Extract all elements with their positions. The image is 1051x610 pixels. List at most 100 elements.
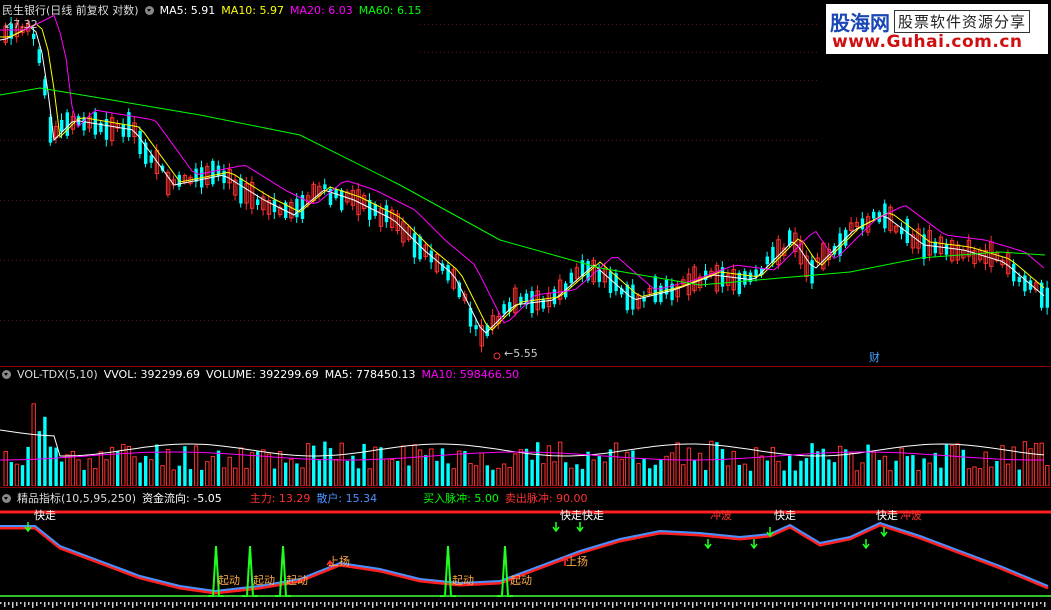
histogram-bar: [736, 602, 738, 606]
volume-bar: [1039, 442, 1044, 486]
candle: [165, 169, 171, 198]
volume-bar: [65, 454, 70, 486]
histogram-bar: [712, 602, 714, 608]
histogram-bar: [216, 602, 218, 606]
histogram-bar: [876, 602, 878, 606]
volume-bar: [922, 458, 926, 486]
histogram-bar: [704, 602, 706, 607]
histogram-bar: [892, 602, 894, 608]
histogram-bar: [728, 602, 730, 605]
chevron-down-icon[interactable]: [2, 370, 11, 379]
candle: [961, 246, 966, 262]
volume-bar: [989, 466, 994, 486]
candle: [289, 198, 294, 222]
candle: [295, 193, 299, 223]
histogram-bar: [248, 602, 250, 605]
histogram-bar: [96, 602, 98, 606]
low-price-label: ←5.55: [504, 347, 538, 360]
volume-bar: [995, 460, 999, 486]
volume-bar: [384, 458, 389, 486]
candlestick-chart[interactable]: [0, 14, 1051, 366]
histogram-bar: [488, 602, 490, 605]
histogram-bar: [816, 602, 818, 606]
candle: [714, 262, 720, 295]
volume-bar: [93, 467, 98, 486]
volume-bar: [339, 442, 344, 486]
histogram-bar: [516, 602, 518, 606]
volume-bar: [429, 448, 434, 486]
volume-bar: [323, 441, 327, 486]
histogram-bar: [720, 602, 722, 604]
histogram-bar: [680, 602, 682, 604]
volume-bar: [188, 469, 193, 486]
histogram-bar: [16, 602, 18, 606]
volume-bar: [485, 465, 489, 486]
histogram-bar: [780, 602, 782, 604]
volume-bar: [961, 449, 965, 486]
candle: [955, 240, 960, 265]
histogram-bar: [352, 602, 354, 608]
volume-bar: [827, 459, 831, 486]
volume-bar: [3, 451, 8, 486]
volume-bar: [871, 451, 876, 486]
volume-bar: [793, 470, 797, 486]
histogram-bar: [228, 602, 230, 605]
volume-bar: [664, 455, 669, 486]
histogram-bar: [828, 602, 830, 605]
volume-bar: [266, 453, 272, 486]
volume-bar: [759, 455, 764, 486]
candle: [720, 261, 725, 293]
volume-bar: [597, 455, 601, 486]
histogram-bar: [108, 602, 110, 605]
candle: [804, 250, 809, 283]
candle: [743, 268, 747, 288]
histogram-bar: [276, 602, 278, 606]
histogram-bar: [0, 602, 2, 604]
histogram-bar: [676, 602, 678, 606]
finance-marker[interactable]: 财: [869, 349, 880, 365]
histogram-bar: [84, 602, 86, 607]
histogram-bar: [896, 602, 898, 606]
volume-bar: [104, 459, 109, 486]
candle: [1005, 249, 1011, 278]
volume-bar: [1028, 448, 1033, 486]
histogram-bar: [940, 602, 942, 604]
volume-bar: [300, 467, 305, 486]
signal-start-2: 起动: [253, 574, 275, 587]
histogram-bar: [112, 602, 114, 608]
volume-chart[interactable]: [0, 380, 1051, 486]
histogram-bar: [700, 602, 702, 604]
histogram-bar: [660, 602, 662, 604]
candle: [446, 261, 450, 284]
histogram-bar: [208, 602, 210, 605]
volume-bar: [417, 449, 423, 486]
histogram-bar: [336, 602, 338, 606]
histogram-bar: [884, 602, 886, 607]
histogram-bar: [76, 602, 78, 606]
histogram-bar: [868, 602, 870, 605]
start-pulse-spike: [440, 545, 456, 597]
histogram-bar: [44, 602, 46, 607]
volume-bar: [221, 467, 227, 486]
candle: [972, 246, 977, 268]
volume-bar: [569, 467, 574, 486]
candle: [266, 194, 272, 220]
histogram-bar: [564, 602, 566, 607]
signal-start-3: 起动: [286, 574, 308, 587]
volume-bar: [1000, 445, 1005, 486]
histogram-bar: [120, 602, 122, 604]
histogram-bar: [1044, 602, 1046, 607]
histogram-bar: [964, 602, 966, 607]
histogram-bar: [40, 602, 42, 604]
histogram-bar: [88, 602, 90, 605]
volume-bar: [916, 469, 921, 486]
volume-bar: [653, 464, 657, 486]
volume-bar: [782, 470, 786, 486]
histogram-bar: [912, 602, 914, 608]
histogram-bar: [224, 602, 226, 607]
volume-bar: [681, 464, 686, 486]
histogram-bar: [328, 602, 330, 605]
histogram-bar: [584, 602, 586, 607]
histogram-bar: [288, 602, 290, 605]
candle: [82, 112, 86, 136]
